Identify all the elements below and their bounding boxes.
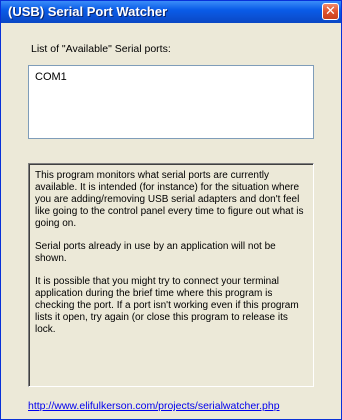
info-paragraph: Serial ports already in use by an applic…	[35, 241, 276, 264]
info-text-box: This program monitors what serial ports …	[28, 163, 314, 387]
serial-ports-listbox[interactable]: COM1	[28, 65, 314, 139]
project-website-link[interactable]: http://www.elifulkerson.com/projects/ser…	[28, 400, 280, 412]
close-icon: ✕	[325, 4, 336, 19]
title-bar[interactable]: (USB) Serial Port Watcher ✕	[1, 1, 341, 23]
app-window: (USB) Serial Port Watcher ✕ List of "Ava…	[0, 0, 342, 420]
info-paragraph: It is possible that you might try to con…	[35, 276, 299, 335]
info-paragraph: This program monitors what serial ports …	[35, 170, 304, 229]
ports-list-label: List of "Available" Serial ports:	[31, 43, 171, 55]
window-title: (USB) Serial Port Watcher	[8, 4, 168, 19]
list-item[interactable]: COM1	[35, 71, 67, 83]
close-button[interactable]: ✕	[322, 3, 339, 20]
